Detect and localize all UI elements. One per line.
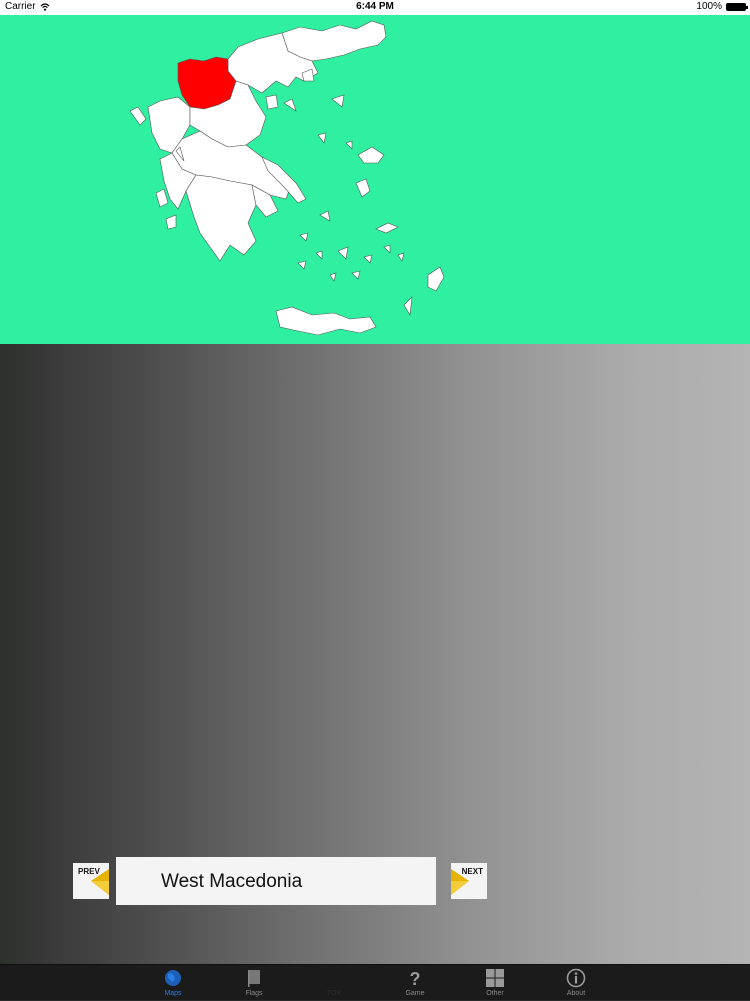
tab-flags-label: Flags	[245, 990, 263, 997]
tab-maps-label: Maps	[164, 990, 182, 997]
battery-percent: 100%	[696, 1, 722, 12]
clock: 6:44 PM	[356, 1, 394, 12]
tab-flags[interactable]: Flags	[224, 965, 284, 1001]
svg-text:?: ?	[410, 969, 421, 988]
flag-icon	[248, 970, 260, 987]
status-bar: Carrier 6:44 PM 100%	[0, 0, 750, 15]
prev-button[interactable]: PREV	[73, 863, 109, 899]
grid-icon	[486, 969, 504, 987]
region-east-macedonia-thrace[interactable]	[281, 20, 387, 62]
region-crete[interactable]	[275, 306, 377, 336]
map-panel	[0, 15, 750, 344]
tab-game[interactable]: ? Game	[385, 965, 445, 1001]
tab-other[interactable]: Other	[465, 965, 525, 1001]
region-name-box: West Macedonia	[116, 857, 436, 905]
tab-about[interactable]: About	[546, 965, 606, 1001]
globe-icon	[165, 970, 181, 986]
tab-other-label: Other	[486, 990, 504, 997]
tab-tok-label: TOK	[326, 990, 342, 997]
region-peloponnese[interactable]	[185, 174, 257, 262]
info-icon	[566, 968, 586, 988]
region-name: West Macedonia	[161, 871, 303, 892]
tab-tok[interactable]: TOK	[304, 965, 364, 1001]
tab-game-label: Game	[405, 990, 425, 997]
tab-maps[interactable]: Maps	[143, 965, 203, 1001]
tab-about-label: About	[566, 990, 586, 997]
tab-bar: Maps Flags TOK ? Game Other About	[0, 964, 750, 1000]
arrow-right-icon	[451, 869, 469, 895]
greece-map[interactable]	[0, 15, 750, 344]
question-icon: ?	[410, 969, 421, 988]
next-button[interactable]: NEXT	[451, 863, 487, 899]
battery-icon	[726, 2, 748, 11]
arrow-left-icon	[91, 869, 109, 895]
